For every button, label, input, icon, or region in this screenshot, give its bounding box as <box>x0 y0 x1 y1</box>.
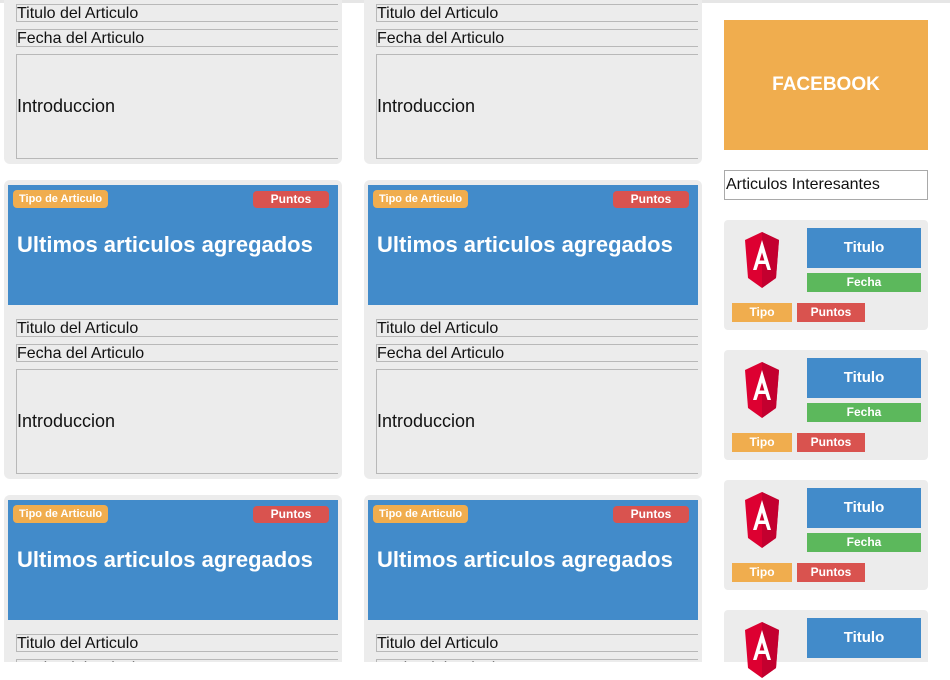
facebook-button[interactable]: FACEBOOK <box>724 20 928 150</box>
sidebar-points-badge: Puntos <box>797 433 865 452</box>
sidebar-type-badge: Tipo <box>732 303 792 322</box>
article-type-badge: Tipo de Articulo <box>13 190 109 208</box>
article-points-badge: Puntos <box>253 506 329 523</box>
article-headline: Ultimos articulos agregados <box>17 232 313 257</box>
article-type-badge: Tipo de Articulo <box>373 505 469 523</box>
article-intro-field: Introduccion <box>376 369 698 474</box>
article-intro-field: Introduccion <box>16 54 338 159</box>
sidebar-article-item[interactable]: Titulo Fecha Tipo Puntos <box>724 220 928 330</box>
sidebar-article-item[interactable]: Titulo Fecha Tipo Puntos <box>724 480 928 590</box>
article-title-field: Titulo del Articulo <box>16 4 338 22</box>
article-headline: Ultimos articulos agregados <box>377 232 673 257</box>
article-banner[interactable]: Tipo de Articulo Puntos Ultimos articulo… <box>8 500 338 620</box>
sidebar-type-badge: Tipo <box>732 563 792 582</box>
article-card[interactable]: Tipo de Articulo Puntos Ultimos articulo… <box>4 180 342 479</box>
article-points-badge: Puntos <box>613 191 689 208</box>
sidebar-date-badge: Fecha <box>807 533 921 552</box>
sidebar-type-badge: Tipo <box>732 433 792 452</box>
sidebar-date-badge: Fecha <box>807 403 921 422</box>
sidebar-article-item[interactable]: Titulo <box>724 610 928 678</box>
sidebar-points-badge: Puntos <box>797 303 865 322</box>
article-title-field: Titulo del Articulo <box>376 319 698 337</box>
search-input[interactable]: Articulos Interesantes <box>724 170 928 200</box>
angular-logo-icon <box>745 232 779 288</box>
article-date-field: Fecha del Articulo <box>376 344 698 362</box>
article-banner[interactable]: Tipo de Articulo Puntos Ultimos articulo… <box>368 500 698 620</box>
article-card[interactable]: Tipo de Articulo Puntos Ultimos articulo… <box>4 495 342 662</box>
article-type-badge: Tipo de Articulo <box>13 505 109 523</box>
article-headline: Ultimos articulos agregados <box>17 547 313 572</box>
sidebar-title-button[interactable]: Titulo <box>807 618 921 658</box>
article-date-field: Fecha del Articulo <box>376 29 698 47</box>
article-title-field: Titulo del Articulo <box>16 634 338 652</box>
sidebar-title-button[interactable]: Titulo <box>807 488 921 528</box>
article-card[interactable]: Tipo de Articulo Puntos Ultimos articulo… <box>364 180 702 479</box>
angular-logo-icon <box>745 622 779 678</box>
article-points-badge: Puntos <box>613 506 689 523</box>
article-intro-field: Introduccion <box>376 54 698 159</box>
article-card[interactable]: Titulo del Articulo Fecha del Articulo I… <box>4 0 342 164</box>
article-date-field: Fecha del Articulo <box>16 344 338 362</box>
article-title-field: Titulo del Articulo <box>376 634 698 652</box>
article-card[interactable]: Tipo de Articulo Puntos Ultimos articulo… <box>364 495 702 662</box>
article-banner[interactable]: Tipo de Articulo Puntos Ultimos articulo… <box>368 185 698 305</box>
angular-logo-icon <box>745 492 779 548</box>
article-points-badge: Puntos <box>253 191 329 208</box>
article-intro-field: Introduccion <box>16 369 338 474</box>
sidebar-article-item[interactable]: Titulo Fecha Tipo Puntos <box>724 350 928 460</box>
sidebar-title-button[interactable]: Titulo <box>807 228 921 268</box>
sidebar-points-badge: Puntos <box>797 563 865 582</box>
article-card[interactable]: Titulo del Articulo Fecha del Articulo I… <box>364 0 702 164</box>
article-banner[interactable]: Tipo de Articulo Puntos Ultimos articulo… <box>8 185 338 305</box>
article-title-field: Titulo del Articulo <box>16 319 338 337</box>
article-title-field: Titulo del Articulo <box>376 4 698 22</box>
angular-logo-icon <box>745 362 779 418</box>
sidebar-date-badge: Fecha <box>807 273 921 292</box>
article-type-badge: Tipo de Articulo <box>373 190 469 208</box>
article-headline: Ultimos articulos agregados <box>377 547 673 572</box>
sidebar-title-button[interactable]: Titulo <box>807 358 921 398</box>
article-date-field: Fecha del Articulo <box>16 29 338 47</box>
